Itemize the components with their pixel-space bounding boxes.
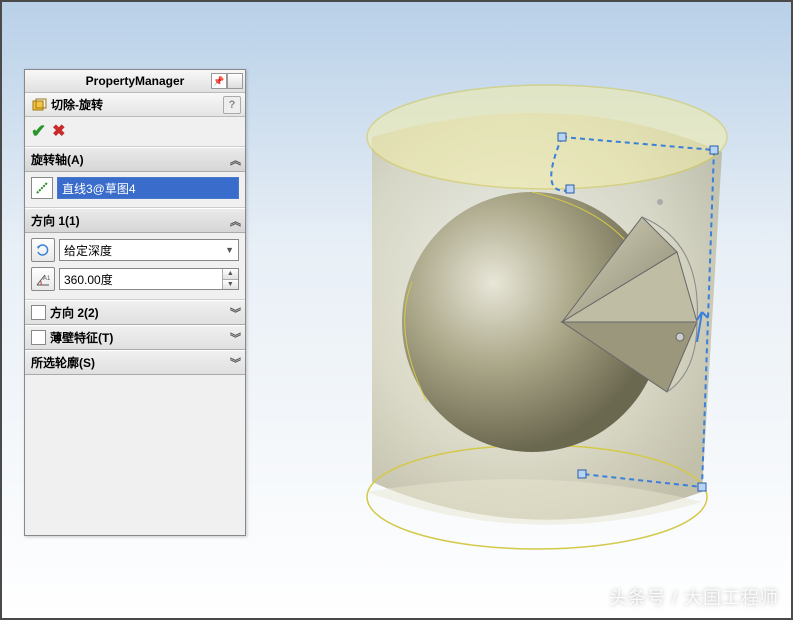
angle-field[interactable]: ▲ ▼ bbox=[59, 268, 239, 290]
cut-revolve-icon bbox=[31, 97, 47, 113]
angle-increment[interactable]: ▲ bbox=[223, 269, 238, 280]
section-axis-label: 旋转轴(A) bbox=[31, 151, 84, 168]
expand-icon bbox=[230, 355, 239, 371]
panel-title: PropertyManager bbox=[86, 74, 185, 88]
tab-icon[interactable] bbox=[227, 73, 243, 89]
chevron-down-icon: ▼ bbox=[225, 245, 234, 255]
section-dir2-label: 方向 2(2) bbox=[50, 304, 99, 321]
property-manager-panel: PropertyManager 📌 切除-旋转 ? ✔ ✖ 旋转轴(A) 直线3… bbox=[24, 69, 246, 536]
section-thin-label: 薄壁特征(T) bbox=[50, 329, 113, 346]
pin-icon[interactable]: 📌 bbox=[211, 73, 227, 89]
reverse-direction-button[interactable] bbox=[31, 238, 55, 262]
section-selcontour-label: 所选轮廓(S) bbox=[31, 354, 95, 371]
thin-checkbox[interactable] bbox=[31, 330, 46, 345]
angle-decrement[interactable]: ▼ bbox=[223, 280, 238, 290]
collapse-icon bbox=[230, 213, 239, 229]
collapse-icon bbox=[230, 152, 239, 168]
cancel-button[interactable]: ✖ bbox=[52, 121, 65, 142]
help-icon[interactable]: ? bbox=[223, 96, 241, 114]
section-thin-header[interactable]: 薄壁特征(T) bbox=[25, 325, 245, 350]
ok-button[interactable]: ✔ bbox=[31, 121, 46, 142]
angle-input[interactable] bbox=[60, 270, 222, 288]
feature-title-bar: 切除-旋转 ? bbox=[25, 93, 245, 117]
feature-title-text: 切除-旋转 bbox=[51, 96, 103, 113]
section-axis-body: 直线3@草图4 bbox=[25, 172, 245, 208]
expand-icon bbox=[230, 305, 239, 321]
confirm-row: ✔ ✖ bbox=[25, 117, 245, 147]
watermark: 头条号 / 大国工程师 bbox=[609, 584, 779, 610]
section-dir1-label: 方向 1(1) bbox=[31, 212, 80, 229]
section-selcontour-header[interactable]: 所选轮廓(S) bbox=[25, 350, 245, 375]
end-condition-dropdown[interactable]: 给定深度 ▼ bbox=[59, 239, 239, 261]
svg-text:A1: A1 bbox=[43, 276, 51, 282]
angle-icon: A1 bbox=[31, 267, 55, 291]
expand-icon bbox=[230, 330, 239, 346]
section-dir1-header[interactable]: 方向 1(1) bbox=[25, 208, 245, 233]
axis-icon[interactable] bbox=[31, 177, 53, 199]
section-dir2-header[interactable]: 方向 2(2) bbox=[25, 300, 245, 325]
dropdown-value: 给定深度 bbox=[64, 242, 112, 259]
section-axis-header[interactable]: 旋转轴(A) bbox=[25, 147, 245, 172]
dir2-checkbox[interactable] bbox=[31, 305, 46, 320]
section-dir1-body: 给定深度 ▼ A1 ▲ ▼ bbox=[25, 233, 245, 300]
panel-header: PropertyManager 📌 bbox=[25, 70, 245, 93]
viewport-3d[interactable] bbox=[302, 42, 782, 602]
axis-selection-field[interactable]: 直线3@草图4 bbox=[57, 177, 239, 199]
